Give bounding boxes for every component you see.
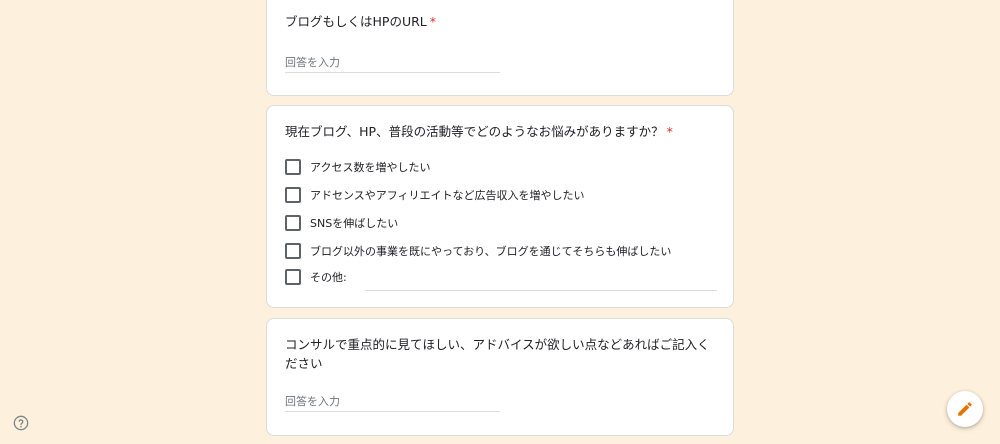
required-asterisk: * <box>666 124 673 139</box>
question-card-advice: コンサルで重点的に見てほしい、アドバイスが欲しい点などあればご記入ください <box>266 318 734 436</box>
option-label: アクセス数を増やしたい <box>310 161 431 174</box>
checkbox[interactable] <box>285 243 301 259</box>
checkbox-option-other[interactable]: その他: <box>285 269 347 285</box>
checkbox[interactable] <box>285 269 301 285</box>
question-title-blog-url: ブログもしくはHPのURL * <box>285 12 715 31</box>
question-title-text: コンサルで重点的に見てほしい、アドバイスが欲しい点などあればご記入ください <box>285 337 710 371</box>
question-card-blog-url: ブログもしくはHPのURL * <box>266 0 734 96</box>
checkbox[interactable] <box>285 215 301 231</box>
question-title-concerns: 現在ブログ、HP、普段の活動等でどのようなお悩みがありますか？ * <box>285 122 715 141</box>
question-title-text: 現在ブログ、HP、普段の活動等でどのようなお悩みがありますか？ <box>285 124 664 139</box>
question-card-concerns: 現在ブログ、HP、普段の活動等でどのようなお悩みがありますか？ * アクセス数を増… <box>266 105 734 308</box>
option-label: ブログ以外の事業を既にやっており、ブログを通じてそちらも伸ばしたい <box>310 245 672 258</box>
checkbox[interactable] <box>285 159 301 175</box>
checkbox-option-access[interactable]: アクセス数を増やしたい <box>285 159 430 175</box>
checkbox[interactable] <box>285 187 301 203</box>
advice-input[interactable] <box>285 391 500 412</box>
option-label: その他: <box>310 271 347 284</box>
edit-button[interactable] <box>947 391 983 427</box>
question-title-text: ブログもしくはHPのURL <box>285 14 427 29</box>
help-circle-icon <box>13 415 29 431</box>
help-button[interactable] <box>13 415 29 431</box>
blog-url-input[interactable] <box>285 52 500 73</box>
required-asterisk: * <box>429 14 436 29</box>
other-text-input[interactable] <box>365 274 717 291</box>
checkbox-option-other-business[interactable]: ブログ以外の事業を既にやっており、ブログを通じてそちらも伸ばしたい <box>285 243 671 259</box>
checkbox-option-sns[interactable]: SNSを伸ばしたい <box>285 215 398 231</box>
question-title-advice: コンサルで重点的に見てほしい、アドバイスが欲しい点などあればご記入ください <box>285 335 715 373</box>
pencil-icon <box>958 402 972 416</box>
checkbox-option-ad-revenue[interactable]: アドセンスやアフィリエイトなど広告収入を増やしたい <box>285 187 585 203</box>
option-label: SNSを伸ばしたい <box>310 217 399 230</box>
option-label: アドセンスやアフィリエイトなど広告収入を増やしたい <box>310 189 585 202</box>
